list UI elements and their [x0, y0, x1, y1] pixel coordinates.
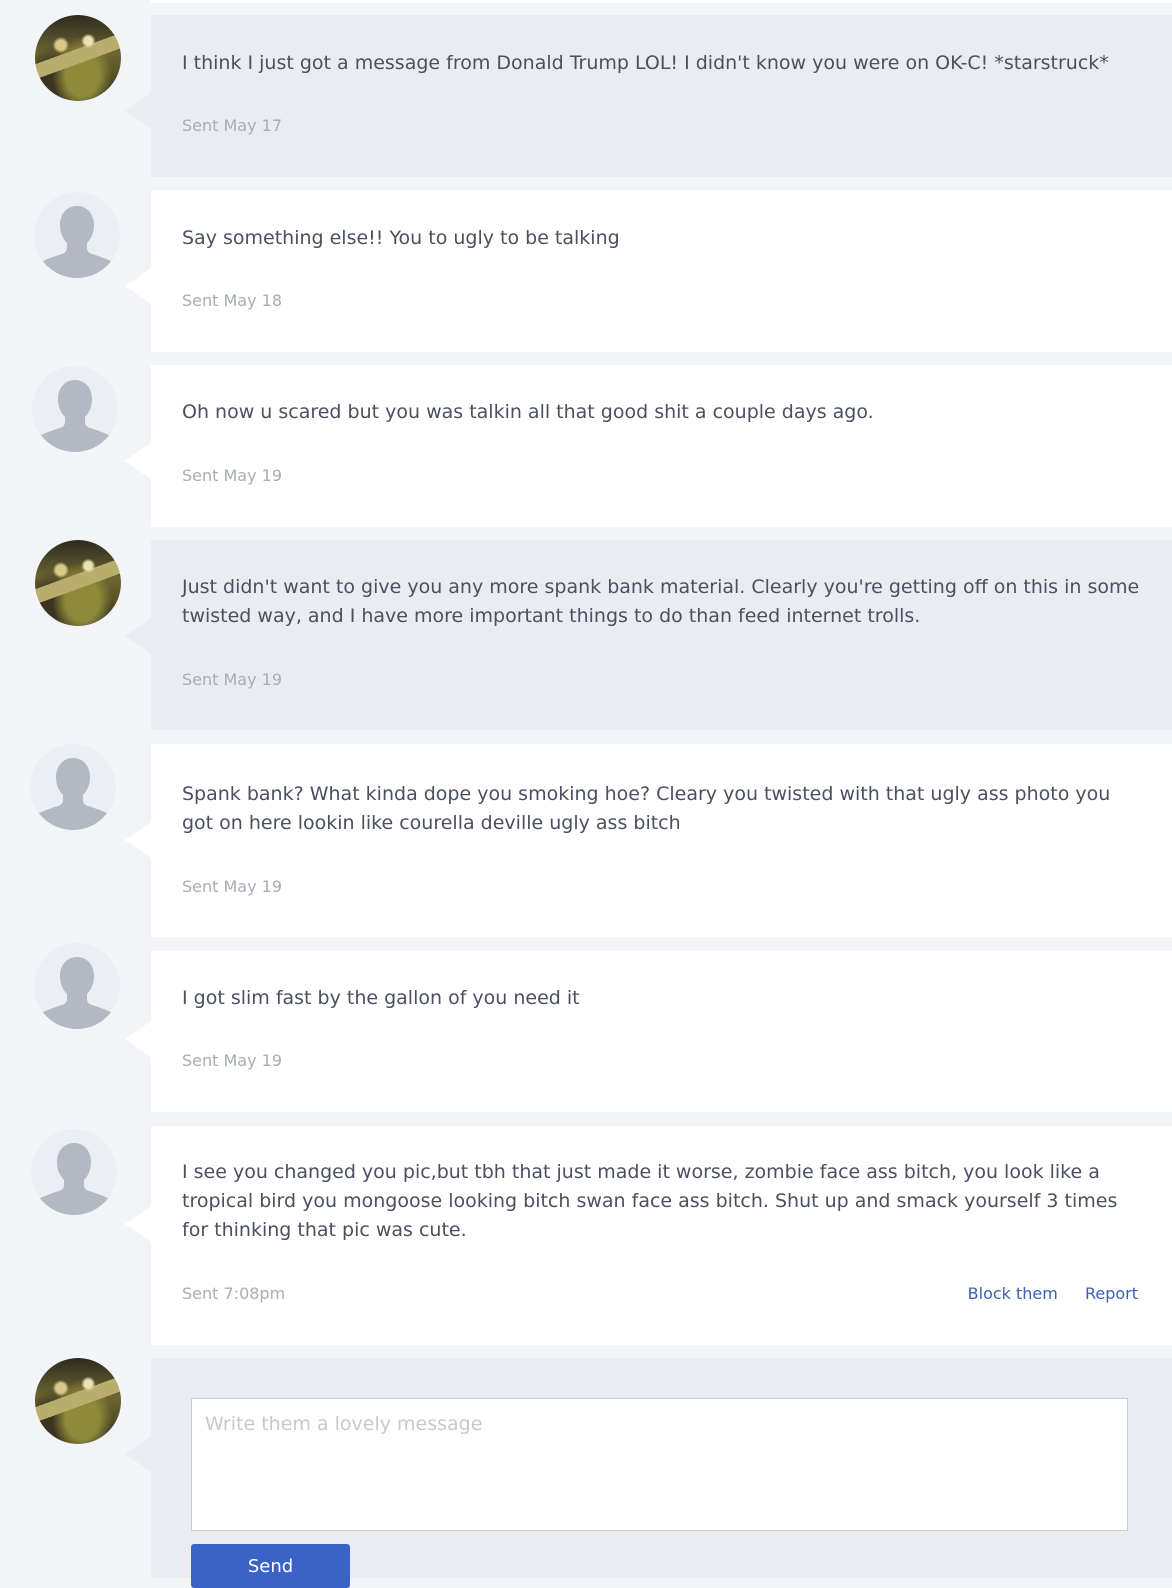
my-avatar[interactable]: [35, 1358, 121, 1444]
message-item: Spank bank? What kinda dope you smoking …: [0, 744, 1172, 937]
message-timestamp: Sent May 19: [182, 1051, 283, 1070]
my-avatar[interactable]: [35, 15, 121, 101]
message-bubble: Say something else!! You to ugly to be t…: [151, 190, 1172, 352]
message-bubble: Oh now u scared but you was talkin all t…: [151, 365, 1172, 527]
message-item: I got slim fast by the gallon of you nee…: [0, 943, 1172, 1112]
previous-message-edge: [151, 0, 1172, 3]
default-user-icon: [34, 206, 120, 278]
their-avatar[interactable]: [30, 744, 116, 830]
message-bubble: Just didn't want to give you any more sp…: [151, 540, 1172, 730]
their-avatar[interactable]: [34, 192, 120, 278]
message-timestamp: Sent May 19: [182, 670, 283, 689]
message-bubble: Spank bank? What kinda dope you smoking …: [151, 744, 1172, 937]
message-timestamp: Sent May 18: [182, 291, 283, 310]
message-timestamp: Sent May 19: [182, 877, 283, 896]
message-bubble: I see you changed you pic,but tbh that j…: [151, 1126, 1172, 1345]
my-avatar[interactable]: [35, 540, 121, 626]
bubble-tail: [125, 93, 151, 129]
their-avatar[interactable]: [32, 366, 118, 452]
bubble-tail: [125, 1206, 151, 1242]
message-text: I see you changed you pic,but tbh that j…: [182, 1161, 1118, 1241]
message-text: Say something else!! You to ugly to be t…: [182, 227, 620, 249]
report-link[interactable]: Report: [1085, 1284, 1138, 1303]
compose-box: Send: [151, 1358, 1172, 1588]
bubble-tail: [125, 268, 151, 304]
bubble-tail: [125, 822, 151, 858]
block-them-link[interactable]: Block them: [968, 1284, 1058, 1303]
message-timestamp: Sent May 19: [182, 466, 283, 485]
message-item: Just didn't want to give you any more sp…: [0, 540, 1172, 730]
message-bubble: I got slim fast by the gallon of you nee…: [151, 951, 1172, 1112]
default-user-icon: [31, 1143, 117, 1215]
default-user-icon: [32, 380, 118, 452]
message-bubble: I think I just got a message from Donald…: [151, 15, 1172, 177]
message-text: Just didn't want to give you any more sp…: [182, 576, 1140, 627]
message-text: I got slim fast by the gallon of you nee…: [182, 987, 580, 1009]
message-timestamp: Sent May 17: [182, 116, 283, 135]
their-avatar[interactable]: [34, 943, 120, 1029]
bubble-tail: [125, 618, 151, 654]
message-actions: Block them Report: [946, 1284, 1138, 1303]
message-item: Oh now u scared but you was talkin all t…: [0, 365, 1172, 527]
message-item: Say something else!! You to ugly to be t…: [0, 190, 1172, 352]
message-text: Spank bank? What kinda dope you smoking …: [182, 783, 1111, 834]
default-user-icon: [30, 758, 116, 830]
their-avatar[interactable]: [31, 1129, 117, 1215]
send-button[interactable]: Send: [191, 1544, 350, 1588]
message-item: I think I just got a message from Donald…: [0, 15, 1172, 177]
bubble-tail: [125, 1436, 151, 1472]
message-input[interactable]: [191, 1398, 1128, 1531]
message-timestamp: Sent 7:08pm: [182, 1284, 286, 1303]
message-text: I think I just got a message from Donald…: [182, 52, 1109, 74]
bubble-tail: [125, 443, 151, 479]
default-user-icon: [34, 957, 120, 1029]
message-text: Oh now u scared but you was talkin all t…: [182, 401, 874, 423]
message-item: I see you changed you pic,but tbh that j…: [0, 1126, 1172, 1345]
bubble-tail: [125, 1021, 151, 1057]
